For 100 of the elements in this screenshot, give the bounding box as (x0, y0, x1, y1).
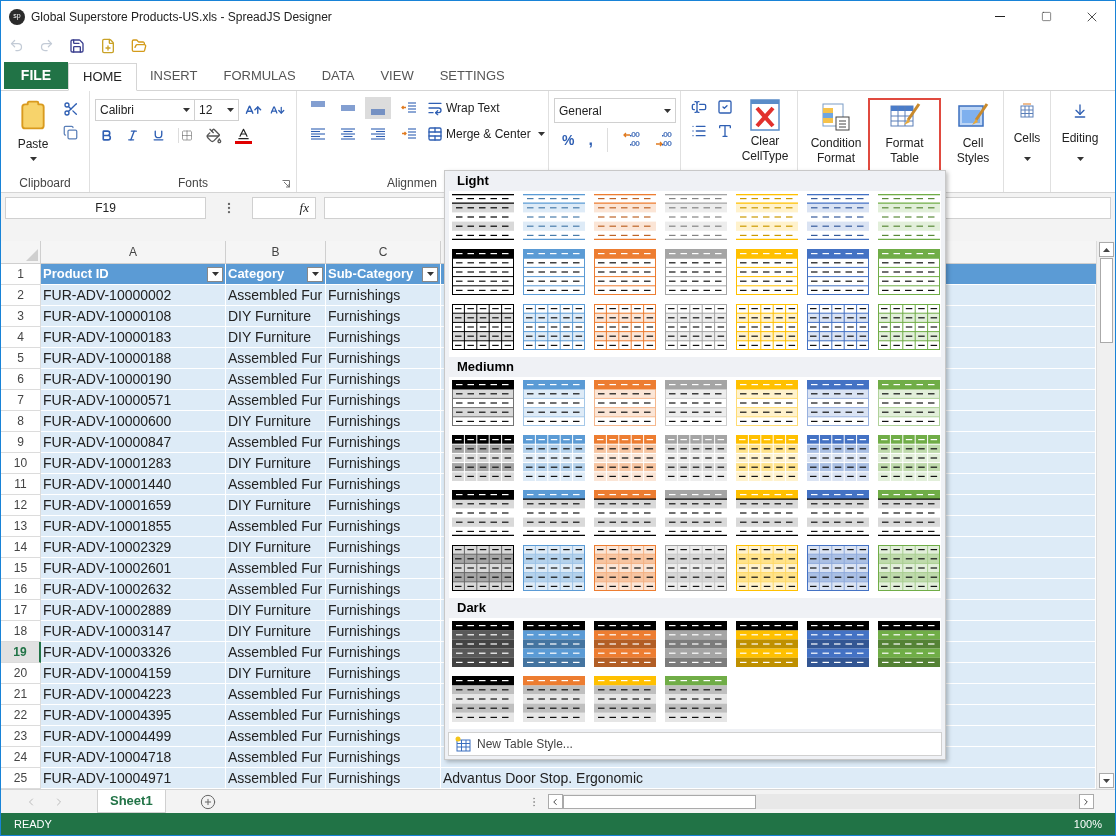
row-header[interactable]: 25 (1, 768, 41, 789)
row-header[interactable]: 1 (1, 264, 41, 285)
table-style-swatch[interactable] (878, 249, 940, 295)
text-cell-icon[interactable] (691, 99, 707, 115)
table-style-swatch[interactable] (594, 194, 656, 240)
row-header[interactable]: 2 (1, 285, 41, 306)
table-style-swatch[interactable] (807, 304, 869, 350)
scroll-thumb[interactable] (562, 794, 756, 809)
scroll-thumb[interactable] (1099, 258, 1113, 343)
name-box[interactable]: F19 (5, 197, 206, 219)
table-style-swatch[interactable] (878, 304, 940, 350)
table-style-swatch[interactable] (594, 621, 656, 667)
table-style-swatch[interactable] (807, 249, 869, 295)
table-style-swatch[interactable] (878, 545, 940, 591)
font-size-select[interactable]: 12 (195, 99, 239, 121)
row-header[interactable]: 12 (1, 495, 41, 516)
table-style-swatch[interactable] (807, 545, 869, 591)
row-header[interactable]: 21 (1, 684, 41, 705)
table-style-swatch[interactable] (594, 676, 656, 722)
file-tab[interactable]: FILE (4, 62, 68, 89)
column-header[interactable]: A (41, 241, 226, 263)
scroll-up-icon[interactable] (1102, 247, 1110, 252)
table-style-swatch[interactable] (523, 249, 585, 295)
filter-button[interactable] (422, 266, 438, 282)
ribbon-tab[interactable]: INSERT (137, 62, 211, 90)
ribbon-tab[interactable]: FORMULAS (210, 62, 309, 90)
row-header[interactable]: 19 (1, 642, 41, 663)
table-style-swatch[interactable] (452, 380, 514, 426)
table-style-swatch[interactable] (807, 380, 869, 426)
filter-button[interactable] (207, 266, 223, 282)
table-style-swatch[interactable] (452, 194, 514, 240)
style-button[interactable]: Cell Styles (943, 98, 1003, 174)
cut-icon[interactable] (63, 101, 79, 117)
row-header[interactable]: 13 (1, 516, 41, 537)
table-style-swatch[interactable] (452, 249, 514, 295)
ribbon-tab[interactable]: HOME (68, 63, 137, 91)
table-style-swatch[interactable] (878, 621, 940, 667)
table-style-swatch[interactable] (807, 194, 869, 240)
table-style-swatch[interactable] (736, 490, 798, 536)
row-header[interactable]: 8 (1, 411, 41, 432)
table-style-swatch[interactable] (452, 621, 514, 667)
indent-increase-icon[interactable] (401, 127, 417, 141)
table-style-swatch[interactable] (807, 435, 869, 481)
editing-button[interactable]: Editing (1051, 91, 1109, 192)
filter-button[interactable] (307, 266, 323, 282)
row-header[interactable]: 17 (1, 600, 41, 621)
vertical-scrollbar[interactable] (1096, 241, 1115, 789)
table-style-swatch[interactable] (878, 194, 940, 240)
row-header[interactable]: 3 (1, 306, 41, 327)
new-table-style-button[interactable]: New Table Style... (448, 732, 942, 756)
row-header[interactable]: 7 (1, 390, 41, 411)
column-header[interactable]: B (226, 241, 326, 263)
row-header[interactable]: 23 (1, 726, 41, 747)
row-header[interactable]: 14 (1, 537, 41, 558)
font-color-icon[interactable] (235, 127, 252, 144)
table-style-swatch[interactable] (665, 249, 727, 295)
wrap-text-button[interactable]: Wrap Text (427, 99, 500, 117)
table-style-swatch[interactable] (878, 490, 940, 536)
save-icon[interactable] (69, 37, 85, 54)
cells-button[interactable]: Cells (1004, 91, 1051, 192)
row-header[interactable]: 6 (1, 369, 41, 390)
number-format-select[interactable]: General (554, 98, 676, 123)
add-sheet-icon[interactable] (199, 793, 216, 810)
table-style-swatch[interactable] (594, 490, 656, 536)
font-name-select[interactable]: Calibri (95, 99, 195, 121)
table-style-swatch[interactable] (665, 490, 727, 536)
table-style-swatch[interactable] (736, 621, 798, 667)
row-header[interactable]: 15 (1, 558, 41, 579)
table-style-swatch[interactable] (665, 621, 727, 667)
row-header[interactable]: 4 (1, 327, 41, 348)
table-style-swatch[interactable] (807, 490, 869, 536)
table-style-swatch[interactable] (736, 194, 798, 240)
merge-center-button[interactable]: Merge & Center (427, 125, 545, 143)
row-header[interactable]: 18 (1, 621, 41, 642)
row-header[interactable]: 5 (1, 348, 41, 369)
table-style-swatch[interactable] (594, 249, 656, 295)
checkbox-cell-icon[interactable] (717, 99, 733, 115)
table-style-swatch[interactable] (452, 304, 514, 350)
table-style-swatch[interactable] (665, 304, 727, 350)
table-style-swatch[interactable] (452, 435, 514, 481)
column-header[interactable]: C (326, 241, 441, 263)
table-style-swatch[interactable] (665, 676, 727, 722)
ribbon-tab[interactable]: SETTINGS (426, 62, 518, 90)
table-style-swatch[interactable] (452, 545, 514, 591)
row-header[interactable]: 16 (1, 579, 41, 600)
table-style-swatch[interactable] (523, 545, 585, 591)
ribbon-tab[interactable]: DATA (308, 62, 368, 90)
table-style-swatch[interactable] (736, 435, 798, 481)
table-style-swatch[interactable] (878, 435, 940, 481)
table-style-swatch[interactable] (523, 621, 585, 667)
list-cell-icon[interactable] (691, 123, 707, 139)
table-style-swatch[interactable] (523, 676, 585, 722)
row-header[interactable]: 9 (1, 432, 41, 453)
comma-button[interactable]: , (588, 128, 608, 152)
table-style-swatch[interactable] (452, 676, 514, 722)
indent-decrease-icon[interactable] (401, 101, 417, 115)
increase-decimal-icon[interactable] (621, 131, 640, 149)
row-header[interactable]: 22 (1, 705, 41, 726)
copy-icon[interactable] (63, 125, 78, 140)
italic-icon[interactable] (126, 129, 139, 142)
